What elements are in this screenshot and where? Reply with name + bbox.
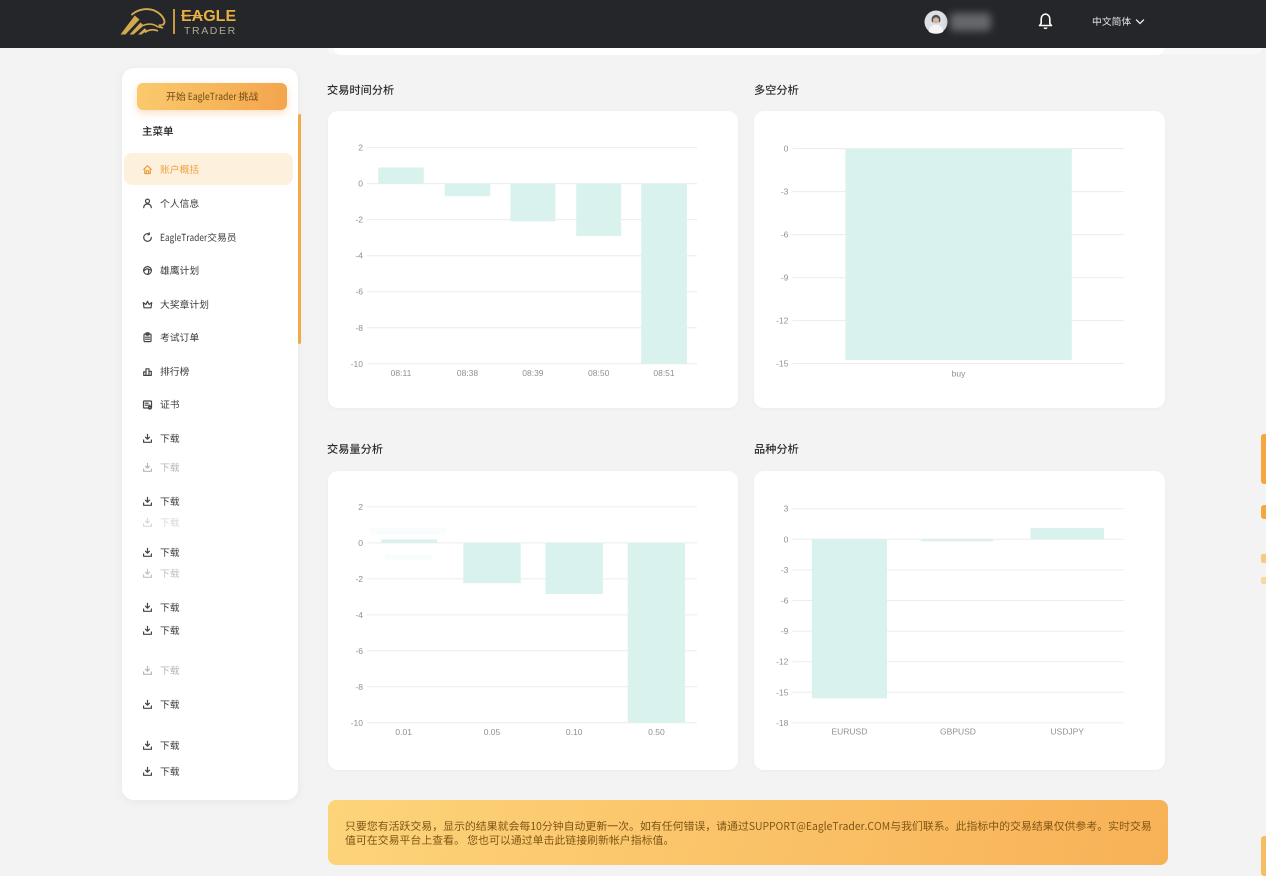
svg-text:-6: -6	[355, 646, 363, 656]
svg-text:-4: -4	[355, 251, 363, 261]
svg-text:-2: -2	[355, 574, 363, 584]
svg-text:3: 3	[784, 504, 789, 514]
svg-text:0: 0	[784, 144, 789, 154]
svg-text:-6: -6	[781, 230, 789, 240]
svg-text:GBPUSD: GBPUSD	[940, 727, 976, 737]
svg-text:08:11: 08:11	[391, 368, 412, 378]
svg-text:2: 2	[358, 143, 363, 153]
svg-text:-3: -3	[781, 187, 789, 197]
svg-text:-6: -6	[781, 596, 789, 606]
svg-text:-12: -12	[776, 657, 789, 667]
svg-text:-15: -15	[776, 687, 789, 697]
svg-text:-2: -2	[355, 215, 363, 225]
svg-text:0: 0	[358, 179, 363, 189]
svg-text:-9: -9	[781, 273, 789, 283]
svg-text:EURUSD: EURUSD	[831, 727, 867, 737]
svg-text:buy: buy	[952, 369, 966, 379]
svg-text:2: 2	[358, 502, 363, 512]
svg-text:-3: -3	[781, 565, 789, 575]
svg-text:-18: -18	[776, 718, 789, 728]
svg-text:-6: -6	[355, 287, 363, 297]
svg-text:-9: -9	[781, 626, 789, 636]
svg-text:-4: -4	[355, 610, 363, 620]
svg-text:-12: -12	[776, 316, 789, 326]
svg-text:USDJPY: USDJPY	[1050, 727, 1084, 737]
svg-text:08:51: 08:51	[653, 368, 675, 378]
svg-text:-10: -10	[351, 718, 364, 728]
svg-text:0.50: 0.50	[648, 727, 665, 737]
svg-text:0: 0	[358, 538, 363, 548]
svg-text:0.10: 0.10	[566, 727, 583, 737]
svg-text:-10: -10	[351, 359, 364, 369]
svg-text:-15: -15	[776, 359, 789, 369]
svg-text:0.05: 0.05	[484, 727, 501, 737]
svg-text:0.01: 0.01	[395, 727, 412, 737]
svg-text:0: 0	[784, 534, 789, 544]
svg-text:08:38: 08:38	[457, 368, 479, 378]
svg-text:-8: -8	[355, 682, 363, 692]
svg-text:08:39: 08:39	[522, 368, 544, 378]
svg-text:08:50: 08:50	[588, 368, 610, 378]
svg-text:-8: -8	[355, 323, 363, 333]
